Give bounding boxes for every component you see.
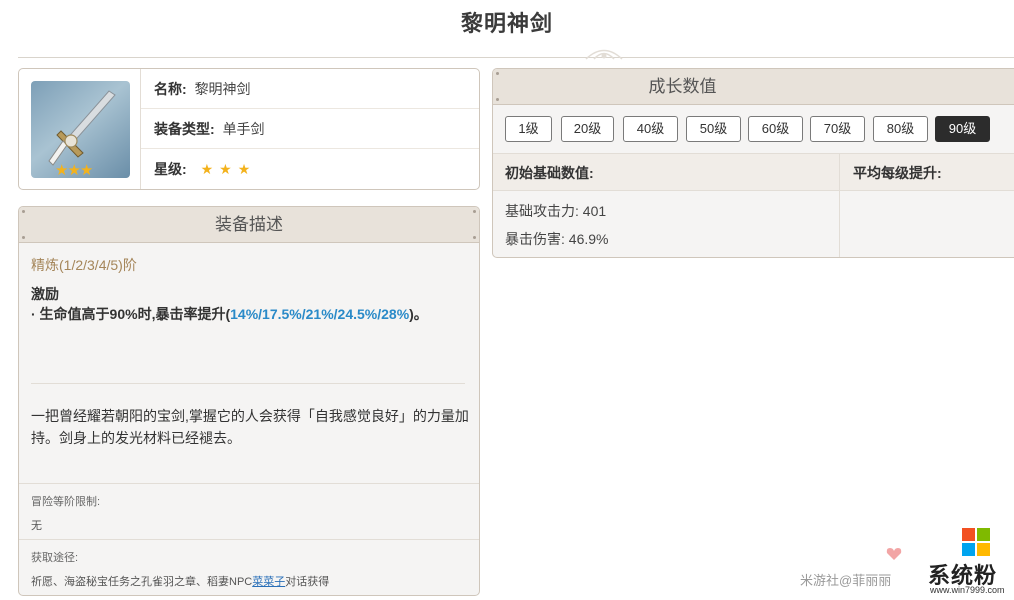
divider	[19, 483, 479, 484]
star-icon: ★	[67, 162, 80, 178]
lore-text: 一把曾经耀若朝阳的宝剑,掌握它的人会获得「自我感觉良好」的力量加持。剑身上的发光…	[31, 408, 469, 446]
info-row-type: 装备类型: 单手剑	[141, 109, 479, 149]
passive-suffix: )。	[409, 306, 428, 322]
avg-growth-header: 平均每级提升:	[853, 165, 942, 181]
community-watermark: 米游社@菲丽丽	[800, 573, 892, 588]
description-panel: 装备描述 精炼(1/2/3/4/5)阶 激励 · 生命值高于90%时,暴击率提升…	[18, 206, 480, 596]
ascension-label: 冒险等阶限制:	[31, 496, 101, 508]
stat-header-row: 初始基础数值: 平均每级提升:	[493, 153, 1014, 191]
info-row-name: 名称: 黎明神剑	[141, 69, 479, 109]
thumbnail-stars: ★★★	[55, 161, 93, 178]
divider	[31, 383, 465, 384]
title-divider	[18, 57, 1014, 58]
npc-link[interactable]: 菜菜子	[252, 576, 285, 588]
name-label: 名称:	[154, 81, 187, 97]
brand-url: www.win7999.com	[930, 585, 1005, 595]
weapon-info-card: ★★★ 名称: 黎明神剑 装备类型: 单手剑 星级: ★ ★ ★	[18, 68, 480, 190]
level-button-20[interactable]: 20级	[561, 116, 614, 142]
source-prefix: 祈愿、海盗秘宝任务之孔雀羽之章、稻妻NPC	[31, 576, 253, 588]
passive-effect: · 生命值高于90%时,暴击率提升(14%/17.5%/21%/24.5%/28…	[31, 304, 461, 324]
name-value: 黎明神剑	[194, 81, 251, 97]
level-button-70[interactable]: 70级	[810, 116, 865, 142]
growth-panel: 成长数值 1级 20级 40级 50级 60级 70级 80级 90级 初始基础…	[492, 68, 1014, 258]
source-label: 获取途径:	[31, 552, 79, 564]
column-divider	[839, 153, 840, 257]
level-button-90[interactable]: 90级	[935, 116, 990, 142]
passive-name: 激励	[31, 286, 59, 302]
star-icon: ★	[237, 161, 251, 177]
heart-icon	[886, 548, 902, 560]
level-button-40[interactable]: 40级	[623, 116, 678, 142]
type-label: 装备类型:	[154, 121, 215, 137]
weapon-thumbnail-cell: ★★★	[19, 69, 141, 189]
description-header: 装备描述	[19, 207, 479, 243]
source-suffix: 对话获得	[285, 576, 330, 588]
refine-label: 精炼(1/2/3/4/5)阶	[31, 257, 137, 273]
star-icon: ★	[200, 161, 214, 177]
page-title: 黎明神剑	[460, 11, 553, 36]
growth-title: 成长数值	[648, 77, 717, 96]
divider	[19, 539, 479, 540]
level-button-80[interactable]: 80级	[873, 116, 928, 142]
type-value: 单手剑	[222, 121, 265, 137]
ascension-value: 无	[31, 520, 42, 532]
passive-values: 14%/17.5%/21%/24.5%/28%	[230, 306, 410, 322]
passive-prefix: · 生命值高于90%时,暴击率提升(	[31, 306, 231, 322]
stat-crit-dmg: 暴击伤害: 46.9%	[505, 231, 609, 247]
description-title: 装备描述	[215, 215, 283, 234]
ornament-icon	[585, 49, 623, 60]
level-button-1[interactable]: 1级	[505, 116, 552, 142]
weapon-thumbnail: ★★★	[31, 81, 130, 178]
source-value: 祈愿、海盗秘宝任务之孔雀羽之章、稻妻NPC菜菜子对话获得	[31, 573, 329, 589]
growth-header: 成长数值	[493, 69, 1014, 105]
rarity-label: 星级:	[154, 161, 187, 177]
stat-base-atk: 基础攻击力: 401	[505, 203, 607, 219]
star-icon: ★	[79, 162, 93, 178]
base-stat-header: 初始基础数值:	[505, 165, 594, 181]
star-icon: ★	[55, 162, 68, 178]
info-row-rarity: 星级: ★ ★ ★	[141, 149, 479, 189]
rarity-stars: ★ ★ ★	[201, 161, 257, 177]
level-button-50[interactable]: 50级	[686, 116, 741, 142]
windows-logo-icon	[962, 528, 990, 556]
star-icon: ★	[219, 161, 232, 177]
level-button-60[interactable]: 60级	[748, 116, 803, 142]
